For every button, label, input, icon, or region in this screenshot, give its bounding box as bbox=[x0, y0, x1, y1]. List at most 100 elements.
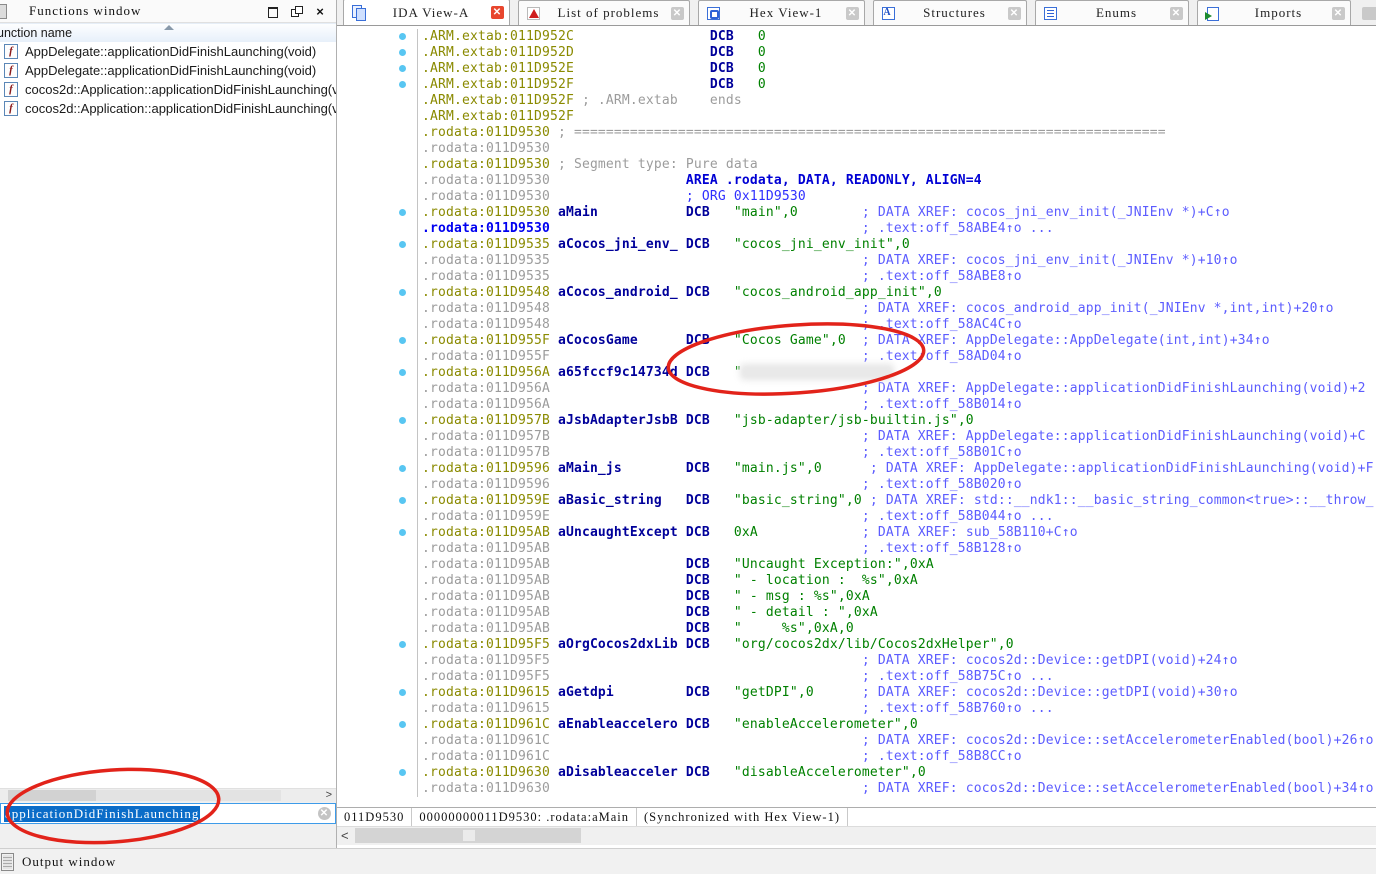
code-line[interactable]: .rodata:011D955F ; .text:off_58AD04↑o bbox=[337, 349, 1376, 365]
tab-close-button[interactable]: ✕ bbox=[491, 6, 504, 19]
code-line[interactable]: .ARM.extab:011D952E DCB 0 bbox=[337, 61, 1376, 77]
functions-window: Functions window × unction name fAppDele… bbox=[0, 0, 337, 848]
line-gutter bbox=[337, 445, 418, 461]
code-line[interactable]: .rodata:011D956A ; DATA XREF: AppDelegat… bbox=[337, 381, 1376, 397]
tab-close-button[interactable]: ✕ bbox=[1332, 7, 1345, 20]
line-marker-dot bbox=[399, 641, 406, 648]
code-line[interactable]: .ARM.extab:011D952C DCB 0 bbox=[337, 29, 1376, 45]
code-line[interactable]: .rodata:011D95AB DCB " - detail : ",0xA bbox=[337, 605, 1376, 621]
functions-window-titlebar[interactable]: Functions window × bbox=[0, 0, 336, 23]
function-list-item[interactable]: fAppDelegate::applicationDidFinishLaunch… bbox=[0, 42, 336, 61]
code-line[interactable]: .rodata:011D956A a65fccf9c14734d DCB " bbox=[337, 365, 1376, 381]
listing-horizontal-scrollbar[interactable]: < bbox=[337, 826, 1376, 845]
code-line[interactable]: .rodata:011D95AB DCB " %s",0xA,0 bbox=[337, 621, 1376, 637]
line-marker-dot bbox=[399, 337, 406, 344]
code-line[interactable]: .rodata:011D959E ; .text:off_58B044↑o ..… bbox=[337, 509, 1376, 525]
panel-icon bbox=[0, 4, 7, 19]
line-marker-dot bbox=[399, 529, 406, 536]
tab-close-button[interactable]: ✕ bbox=[846, 7, 859, 20]
float-window-button[interactable] bbox=[291, 6, 302, 17]
line-gutter bbox=[337, 685, 418, 701]
tab-close-button[interactable]: ✕ bbox=[671, 7, 684, 20]
output-window-bar[interactable]: Output window bbox=[0, 848, 1376, 874]
tab-enums[interactable]: Enums✕ bbox=[1035, 0, 1189, 25]
tab-ida-view-a[interactable]: IDA View-A✕ bbox=[343, 0, 510, 25]
scrollbar-thumb[interactable] bbox=[8, 790, 96, 801]
code-line[interactable]: .rodata:011D9548 ; DATA XREF: cocos_andr… bbox=[337, 301, 1376, 317]
function-name-column-header[interactable]: unction name bbox=[0, 23, 336, 43]
code-line[interactable]: .rodata:011D9548 ; .text:off_58AC4C↑o bbox=[337, 317, 1376, 333]
tab-problems[interactable]: List of problems✕ bbox=[518, 0, 690, 25]
line-gutter bbox=[337, 381, 418, 397]
code-line[interactable]: .rodata:011D961C ; .text:off_58B8CC↑o bbox=[337, 749, 1376, 765]
tab-close-button[interactable]: ✕ bbox=[1008, 7, 1021, 20]
maximize-button[interactable] bbox=[267, 6, 278, 17]
tab-label: Structures bbox=[901, 5, 1008, 21]
code-line[interactable]: .rodata:011D9535 aCocos_jni_env_ DCB "co… bbox=[337, 237, 1376, 253]
code-line[interactable]: .rodata:011D957B ; .text:off_58B01C↑o bbox=[337, 445, 1376, 461]
tab-hex-view-1[interactable]: Hex View-1✕ bbox=[698, 0, 865, 25]
tab-imports[interactable]: Imports✕ bbox=[1197, 0, 1351, 25]
code-line[interactable]: .rodata:011D9630 ; DATA XREF: cocos2d::D… bbox=[337, 781, 1376, 797]
code-line[interactable]: .rodata:011D95AB aUncaughtExcept DCB 0xA… bbox=[337, 525, 1376, 541]
code-line[interactable]: .rodata:011D9615 ; .text:off_58B760↑o ..… bbox=[337, 701, 1376, 717]
close-button[interactable]: × bbox=[315, 6, 326, 17]
code-line[interactable]: .rodata:011D9535 ; .text:off_58ABE8↑o bbox=[337, 269, 1376, 285]
ida-view-a-listing[interactable]: .ARM.extab:011D952C DCB 0.ARM.extab:011D… bbox=[337, 26, 1376, 810]
code-line[interactable]: .rodata:011D9535 ; DATA XREF: cocos_jni_… bbox=[337, 253, 1376, 269]
code-line[interactable]: .rodata:011D9530 ; Segment type: Pure da… bbox=[337, 157, 1376, 173]
code-line[interactable]: .rodata:011D959E aBasic_string DCB "basi… bbox=[337, 493, 1376, 509]
code-line[interactable]: .rodata:011D9596 ; .text:off_58B020↑o bbox=[337, 477, 1376, 493]
line-marker-dot bbox=[399, 49, 406, 56]
function-list-item[interactable]: fAppDelegate::applicationDidFinishLaunch… bbox=[0, 61, 336, 80]
code-line[interactable]: .rodata:011D95F5 ; .text:off_58B75C↑o ..… bbox=[337, 669, 1376, 685]
line-gutter bbox=[337, 61, 418, 77]
code-line[interactable]: .ARM.extab:011D952F ; .ARM.extab ends bbox=[337, 93, 1376, 109]
code-line[interactable]: .rodata:011D9596 aMain_js DCB "main.js",… bbox=[337, 461, 1376, 477]
code-line[interactable]: .rodata:011D95F5 aOrgCocos2dxLib DCB "or… bbox=[337, 637, 1376, 653]
tab-close-button-partial[interactable] bbox=[1362, 7, 1376, 20]
line-marker-dot bbox=[399, 81, 406, 88]
code-line[interactable]: .rodata:011D95AB DCB " - location : %s",… bbox=[337, 573, 1376, 589]
code-line[interactable]: .rodata:011D957B ; DATA XREF: AppDelegat… bbox=[337, 429, 1376, 445]
code-line[interactable]: .rodata:011D95F5 ; DATA XREF: cocos2d::D… bbox=[337, 653, 1376, 669]
code-line[interactable]: .rodata:011D95AB ; .text:off_58B128↑o bbox=[337, 541, 1376, 557]
code-line[interactable]: .rodata:011D955F aCocosGame DCB "Cocos G… bbox=[337, 333, 1376, 349]
code-line[interactable]: .rodata:011D9530 ; .text:off_58ABE4↑o ..… bbox=[337, 221, 1376, 237]
scroll-left-arrow[interactable]: < bbox=[341, 827, 349, 844]
code-line[interactable]: .rodata:011D961C aEnableaccelero DCB "en… bbox=[337, 717, 1376, 733]
tab-structures[interactable]: Structures✕ bbox=[873, 0, 1027, 25]
clear-filter-icon[interactable]: ✕ bbox=[318, 807, 331, 820]
imports-icon bbox=[1205, 6, 1220, 21]
code-line[interactable]: .rodata:011D9630 aDisableacceler DCB "di… bbox=[337, 765, 1376, 781]
code-line[interactable]: .rodata:011D9615 aGetdpi DCB "getDPI",0 … bbox=[337, 685, 1376, 701]
code-line[interactable]: .rodata:011D95AB DCB " - msg : %s",0xA bbox=[337, 589, 1376, 605]
code-line[interactable]: .ARM.extab:011D952D DCB 0 bbox=[337, 45, 1376, 61]
code-line[interactable]: .rodata:011D957B aJsbAdapterJsbB DCB "js… bbox=[337, 413, 1376, 429]
code-line[interactable]: .rodata:011D9548 aCocos_android_ DCB "co… bbox=[337, 285, 1376, 301]
line-gutter bbox=[337, 461, 418, 477]
line-gutter bbox=[337, 653, 418, 669]
code-line[interactable]: .rodata:011D961C ; DATA XREF: cocos2d::D… bbox=[337, 733, 1376, 749]
scrollbar-thumb[interactable] bbox=[355, 828, 581, 843]
line-gutter bbox=[337, 237, 418, 253]
function-filter-input[interactable]: applicationDidFinishLaunching ✕ bbox=[0, 803, 336, 824]
tab-close-button[interactable]: ✕ bbox=[1170, 7, 1183, 20]
code-line[interactable]: .rodata:011D9530 ; ORG 0x11D9530 bbox=[337, 189, 1376, 205]
code-line[interactable]: .rodata:011D9530 bbox=[337, 141, 1376, 157]
code-line[interactable]: .rodata:011D956A ; .text:off_58B014↑o bbox=[337, 397, 1376, 413]
code-line[interactable]: .rodata:011D9530 aMain DCB "main",0 ; DA… bbox=[337, 205, 1376, 221]
code-line[interactable]: .rodata:011D9530 AREA .rodata, DATA, REA… bbox=[337, 173, 1376, 189]
functions-horizontal-scrollbar[interactable]: > bbox=[0, 788, 336, 802]
code-line[interactable]: .ARM.extab:011D952F DCB 0 bbox=[337, 77, 1376, 93]
code-line[interactable]: .rodata:011D95AB DCB "Uncaught Exception… bbox=[337, 557, 1376, 573]
function-list-item[interactable]: fcocos2d::Application::applicationDidFin… bbox=[0, 99, 336, 118]
code-line[interactable]: .rodata:011D9530 ; =====================… bbox=[337, 125, 1376, 141]
scroll-right-arrow[interactable]: > bbox=[326, 789, 332, 802]
function-list-item[interactable]: fcocos2d::Application::applicationDidFin… bbox=[0, 80, 336, 99]
output-window-title: Output window bbox=[22, 854, 116, 870]
hex-view-1-icon bbox=[706, 6, 721, 21]
line-gutter bbox=[337, 413, 418, 429]
code-line[interactable]: .ARM.extab:011D952F bbox=[337, 109, 1376, 125]
function-name: cocos2d::Application::applicationDidFini… bbox=[25, 101, 336, 116]
